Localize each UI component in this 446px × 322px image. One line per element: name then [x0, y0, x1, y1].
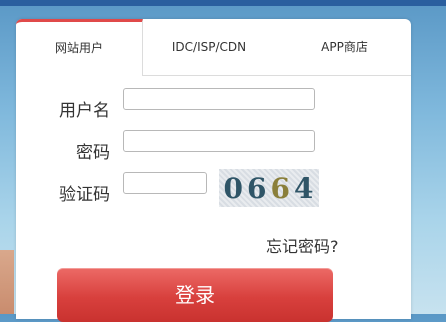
top-bar	[0, 0, 446, 6]
captcha-digit: 4	[293, 171, 315, 205]
user-type-tabs: 网站用户 IDC/ISP/CDN APP商店	[16, 19, 411, 76]
captcha-digit: 6	[270, 171, 291, 205]
tab-idc-isp-cdn[interactable]: IDC/ISP/CDN	[143, 19, 275, 75]
username-label: 用户名	[59, 101, 110, 121]
tab-website-user[interactable]: 网站用户	[16, 19, 143, 76]
background-decoration	[0, 250, 14, 314]
captcha-label: 验证码	[59, 185, 110, 205]
password-input[interactable]	[123, 130, 315, 152]
captcha-input[interactable]	[123, 172, 207, 194]
captcha-digit: 6	[247, 171, 268, 205]
captcha-digit: 0	[223, 171, 245, 205]
username-input[interactable]	[123, 88, 315, 110]
password-label: 密码	[76, 143, 110, 163]
tab-app-store[interactable]: APP商店	[278, 19, 411, 75]
captcha-image[interactable]: 0 6 6 4	[219, 169, 319, 207]
forgot-password-link[interactable]: 忘记密码?	[266, 233, 339, 257]
